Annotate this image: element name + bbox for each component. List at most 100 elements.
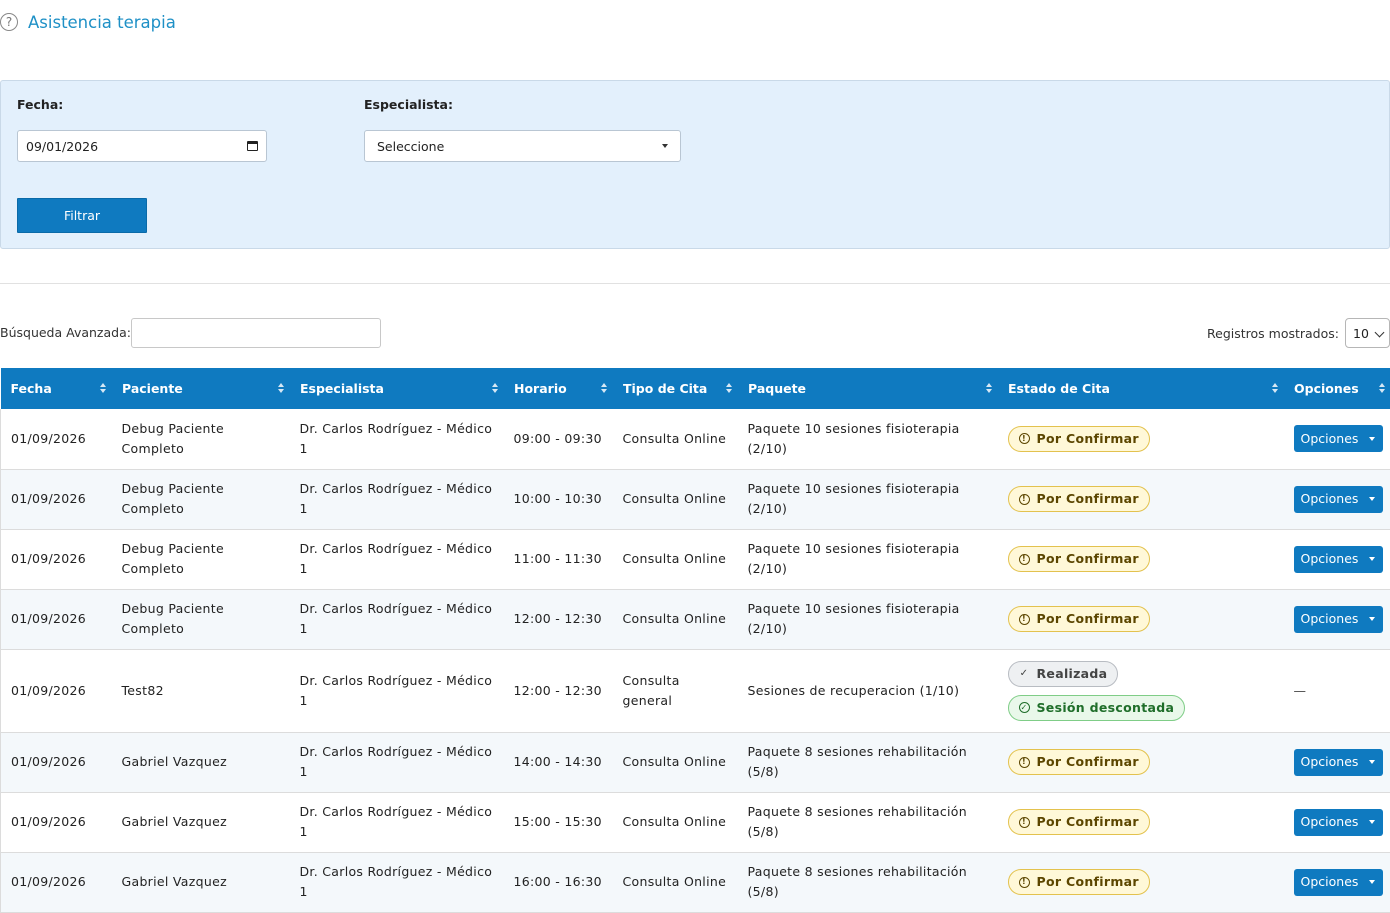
options-button[interactable]: Opciones: [1293, 425, 1384, 453]
cell-especialista: Dr. Carlos Rodríguez - Médico 1: [289, 792, 504, 853]
sort-icon: [100, 383, 106, 394]
options-button-label: Opciones: [1300, 874, 1359, 889]
date-value: 09/01/2026: [26, 138, 99, 154]
cell-fecha: 01/09/2026: [0, 649, 112, 733]
cell-paquete: Paquete 8 sesiones rehabilitación (5/8): [737, 732, 998, 793]
records-select[interactable]: 10: [1345, 318, 1390, 348]
status-badge-pending: ! Por Confirmar: [1007, 606, 1150, 632]
header-opciones[interactable]: Opciones: [1283, 368, 1390, 409]
cell-tipo: Consulta Online: [612, 852, 738, 913]
header-label: Opciones: [1294, 381, 1359, 396]
cell-paquete: Paquete 10 sesiones fisioterapia (2/10): [737, 409, 998, 470]
cell-fecha: 01/09/2026: [0, 792, 112, 853]
header-label: Estado de Cita: [1008, 381, 1110, 396]
chevron-down-icon: [1374, 327, 1385, 338]
header-paquete[interactable]: Paquete: [737, 368, 998, 409]
status-badge-discount: ✓ Sesión descontada: [1007, 694, 1186, 721]
specialist-label: Especialista:: [364, 97, 453, 112]
cell-tipo: Consulta Online: [612, 732, 738, 793]
exclamation-circle-icon: !: [1018, 553, 1030, 565]
options-button-label: Opciones: [1300, 551, 1359, 566]
records-label: Registros mostrados:: [1207, 326, 1339, 341]
status-badge-label: Por Confirmar: [1036, 874, 1139, 889]
header-estado-cita[interactable]: Estado de Cita: [997, 368, 1284, 409]
help-circle-icon[interactable]: ?: [0, 13, 18, 31]
cell-paciente: Debug Paciente Completo: [111, 469, 290, 530]
records-select-value: 10: [1353, 325, 1369, 341]
calendar-icon[interactable]: [247, 141, 258, 151]
cell-tipo: Consulta Online: [612, 529, 738, 590]
cell-fecha: 01/09/2026: [0, 469, 112, 530]
cell-especialista: Dr. Carlos Rodríguez - Médico 1: [289, 732, 504, 793]
exclamation-circle-icon: !: [1018, 816, 1030, 828]
appointments-table: Fecha Paciente Especialista Horario Tipo…: [0, 368, 1390, 913]
sort-icon: [726, 383, 732, 394]
cell-horario: 09:00 - 09:30: [503, 409, 613, 470]
header-especialista[interactable]: Especialista: [289, 368, 504, 409]
cell-opciones: Opciones: [1283, 732, 1390, 793]
status-badge-label: Por Confirmar: [1036, 611, 1139, 626]
status-badge-pending: ! Por Confirmar: [1007, 749, 1150, 775]
status-badge-label: Sesión descontada: [1036, 699, 1175, 715]
options-button[interactable]: Opciones: [1293, 808, 1384, 836]
table-header-row: Fecha Paciente Especialista Horario Tipo…: [0, 368, 1390, 409]
caret-down-icon: [1369, 617, 1376, 621]
cell-opciones: —: [1283, 649, 1390, 733]
table-row: 01/09/2026 Gabriel Vazquez Dr. Carlos Rodr…: [0, 852, 1390, 913]
status-badge-pending: ! Por Confirmar: [1007, 546, 1150, 572]
table-row: 01/09/2026 Debug Paciente Completo Dr. Car…: [0, 529, 1390, 590]
table-row: 01/09/2026 Test82 Dr. Carlos Rodríguez - M…: [0, 649, 1390, 733]
cell-paciente: Debug Paciente Completo: [111, 529, 290, 590]
filter-button[interactable]: Filtrar: [17, 198, 147, 233]
status-badge-group: ✓ Realizada ✓ Sesión descontada: [1007, 660, 1274, 721]
cell-paciente: Gabriel Vazquez: [111, 852, 290, 913]
options-button[interactable]: Opciones: [1293, 545, 1384, 573]
date-input[interactable]: 09/01/2026: [17, 130, 267, 162]
filter-panel: Fecha: 09/01/2026 Especialista: Seleccio…: [0, 80, 1390, 249]
cell-opciones: Opciones: [1283, 792, 1390, 853]
options-button-label: Opciones: [1300, 491, 1359, 506]
caret-down-icon: [1369, 497, 1376, 501]
status-badge-label: Realizada: [1036, 665, 1108, 681]
cell-paquete: Paquete 10 sesiones fisioterapia (2/10): [737, 469, 998, 530]
cell-opciones: Opciones: [1283, 469, 1390, 530]
exclamation-circle-icon: !: [1018, 433, 1030, 445]
cell-paquete: Paquete 8 sesiones rehabilitación (5/8): [737, 852, 998, 913]
status-badge-realizada: ✓ Realizada: [1007, 660, 1119, 687]
sort-icon: [986, 383, 992, 394]
cell-paquete: Paquete 10 sesiones fisioterapia (2/10): [737, 589, 998, 650]
options-button-label: Opciones: [1300, 611, 1359, 626]
cell-tipo: Consulta general: [612, 649, 738, 733]
status-badge-label: Por Confirmar: [1036, 551, 1139, 566]
header-label: Especialista: [300, 381, 384, 396]
cell-fecha: 01/09/2026: [0, 732, 112, 793]
header-label: Fecha: [10, 381, 52, 396]
header-paciente[interactable]: Paciente: [111, 368, 290, 409]
status-badge-label: Por Confirmar: [1036, 814, 1139, 829]
cell-paquete: Sesiones de recuperacion (1/10): [737, 649, 998, 733]
header-tipo-cita[interactable]: Tipo de Cita: [612, 368, 738, 409]
cell-tipo: Consulta Online: [612, 792, 738, 853]
exclamation-circle-icon: !: [1018, 876, 1030, 888]
caret-down-icon: [1369, 436, 1376, 441]
header-fecha[interactable]: Fecha: [0, 368, 112, 409]
status-badge-pending: ! Por Confirmar: [1007, 809, 1150, 835]
specialist-select[interactable]: Seleccione: [364, 130, 681, 162]
options-button[interactable]: Opciones: [1293, 748, 1384, 776]
caret-down-icon: [1369, 557, 1376, 561]
cell-tipo: Consulta Online: [612, 589, 738, 650]
header-horario[interactable]: Horario: [503, 368, 613, 409]
options-button[interactable]: Opciones: [1293, 868, 1384, 896]
check-circle-icon: ✓: [1018, 702, 1030, 713]
caret-down-icon: [1369, 820, 1376, 824]
cell-paquete: Paquete 10 sesiones fisioterapia (2/10): [737, 529, 998, 590]
options-button[interactable]: Opciones: [1293, 485, 1384, 513]
table-row: 01/09/2026 Gabriel Vazquez Dr. Carlos Rodr…: [0, 732, 1390, 793]
search-input[interactable]: [131, 318, 381, 348]
caret-down-icon: [1369, 760, 1376, 764]
options-button[interactable]: Opciones: [1293, 605, 1384, 633]
exclamation-circle-icon: !: [1018, 756, 1030, 768]
cell-estado: ! Por Confirmar: [997, 852, 1284, 913]
cell-tipo: Consulta Online: [612, 409, 738, 470]
cell-especialista: Dr. Carlos Rodríguez - Médico 1: [289, 469, 504, 530]
